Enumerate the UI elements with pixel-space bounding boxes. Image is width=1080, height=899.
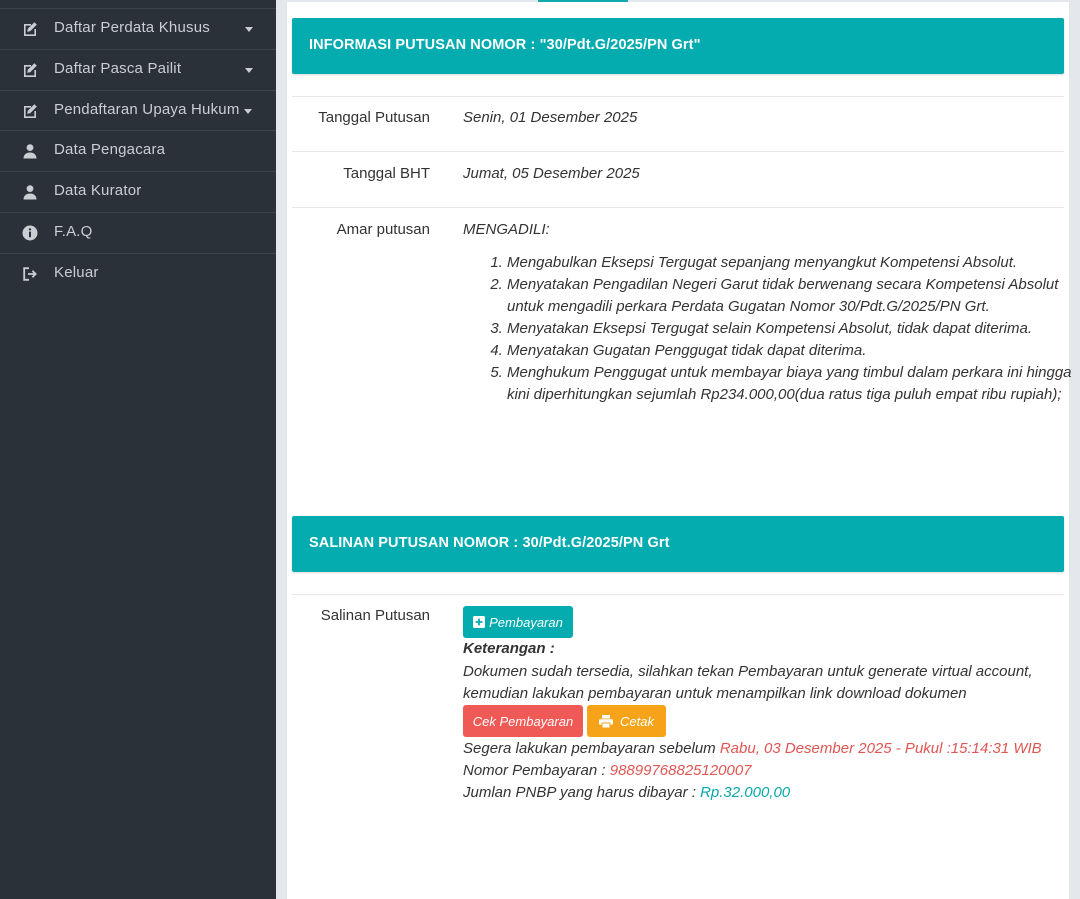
user-icon: [23, 185, 37, 200]
tanggal-putusan-value: Senin, 01 Desember 2025: [463, 109, 638, 126]
divider: [292, 96, 1064, 97]
edit-icon: [24, 63, 37, 77]
salinan-putusan-label: Salinan Putusan: [320, 607, 430, 624]
cetak-button[interactable]: Cetak: [587, 705, 666, 737]
amar-putusan-label: Amar putusan: [336, 221, 430, 238]
info-icon: [22, 225, 38, 241]
divider: [292, 594, 1064, 595]
amar-item: Menghukum Penggugat untuk membayar biaya…: [507, 362, 1080, 406]
sidebar-item-data-kurator[interactable]: Data Kurator: [0, 171, 276, 212]
amar-item: Menyatakan Eksepsi Tergugat selain Kompe…: [507, 318, 1080, 340]
pembayaran-button-label: Pembayaran: [489, 614, 563, 630]
amar-item: Mengabulkan Eksepsi Tergugat sepanjang m…: [507, 252, 1080, 274]
sidebar-item-daftar-perdata-khusus[interactable]: Daftar Perdata Khusus: [0, 8, 276, 49]
keterangan-label: Keterangan :: [463, 640, 555, 657]
sign-out-icon: [23, 267, 37, 281]
sidebar-item-faq[interactable]: F.A.Q: [0, 212, 276, 253]
print-icon: [599, 714, 614, 728]
deadline-text: Segera lakukan pembayaran sebelum Rabu, …: [463, 740, 1042, 757]
deadline-prefix: Segera lakukan pembayaran sebelum: [463, 740, 720, 757]
nomor-prefix: Nomor Pembayaran :: [463, 762, 610, 779]
keterangan-line-1: Dokumen sudah tersedia, silahkan tekan P…: [463, 663, 1033, 680]
edit-icon: [24, 22, 37, 36]
chevron-down-icon: [244, 109, 252, 114]
sidebar-item-label: F.A.Q: [54, 223, 93, 240]
sidebar-item-label: Daftar Perdata Khusus: [54, 19, 210, 36]
cek-pembayaran-button[interactable]: Cek Pembayaran: [463, 705, 583, 737]
info-panel-title: INFORMASI PUTUSAN NOMOR : "30/Pdt.G/2025…: [309, 37, 701, 53]
chevron-down-icon: [245, 27, 253, 32]
nomor-pembayaran-text: Nomor Pembayaran : 98899768825120007: [463, 762, 752, 779]
divider: [292, 151, 1064, 152]
sidebar: Daftar Perdata Khusus Daftar Pasca Paili…: [0, 0, 276, 899]
sidebar-item-label: Data Pengacara: [54, 141, 166, 158]
cek-pembayaran-label: Cek Pembayaran: [472, 713, 574, 729]
amar-item: Menyatakan Pengadilan Negeri Garut tidak…: [507, 274, 1080, 318]
sidebar-item-daftar-pasca-pailit[interactable]: Daftar Pasca Pailit: [0, 49, 276, 90]
divider: [292, 207, 1064, 208]
chevron-down-icon: [245, 68, 253, 73]
jumlah-value: Rp.32.000,00: [700, 784, 791, 801]
sidebar-item-pendaftaran-upaya-hukum[interactable]: Pendaftaran Upaya Hukum: [0, 90, 276, 131]
sidebar-item-data-pengacara[interactable]: Data Pengacara: [0, 130, 276, 171]
jumlah-pnbp-text: Jumlan PNBP yang harus dibayar : Rp.32.0…: [463, 784, 790, 801]
sidebar-item-keluar[interactable]: Keluar: [0, 253, 276, 294]
tanggal-bht-value: Jumat, 05 Desember 2025: [463, 165, 640, 182]
sidebar-item-label: Data Kurator: [54, 182, 142, 199]
amar-list: Mengabulkan Eksepsi Tergugat sepanjang m…: [463, 252, 1080, 406]
salinan-panel-header: SALINAN PUTUSAN NOMOR : 30/Pdt.G/2025/PN…: [292, 516, 1064, 572]
amar-item: Menyatakan Gugatan Penggugat tidak dapat…: [507, 340, 1080, 362]
nomor-value: 98899768825120007: [609, 762, 752, 779]
edit-icon: [24, 104, 37, 118]
info-panel-header: INFORMASI PUTUSAN NOMOR : "30/Pdt.G/2025…: [292, 18, 1064, 74]
keterangan-line-2: kemudian lakukan pembayaran untuk menamp…: [463, 685, 967, 702]
user-icon: [23, 144, 37, 159]
pembayaran-button[interactable]: Pembayaran: [463, 606, 573, 638]
deadline-value: Rabu, 03 Desember 2025 - Pukul :15:14:31…: [719, 740, 1042, 757]
plus-square-icon: [473, 616, 486, 628]
tanggal-putusan-label: Tanggal Putusan: [318, 109, 430, 126]
jumlah-prefix: Jumlan PNBP yang harus dibayar :: [463, 784, 701, 801]
tanggal-bht-label: Tanggal BHT: [343, 165, 430, 182]
cetak-label: Cetak: [620, 713, 654, 729]
sidebar-item-label: Pendaftaran Upaya Hukum: [54, 101, 240, 118]
sidebar-item-label: Keluar: [54, 264, 99, 281]
sidebar-item-label: Daftar Pasca Pailit: [54, 60, 182, 77]
amar-heading: MENGADILI:: [463, 221, 550, 238]
salinan-panel-title: SALINAN PUTUSAN NOMOR : 30/Pdt.G/2025/PN…: [309, 535, 670, 551]
